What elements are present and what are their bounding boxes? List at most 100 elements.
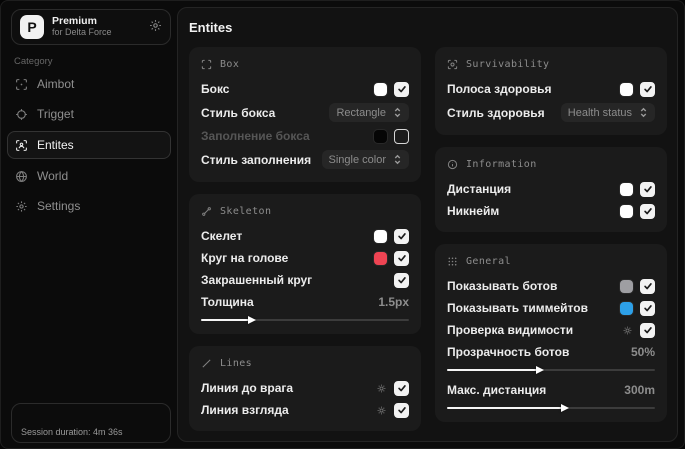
checkbox[interactable]	[640, 203, 655, 219]
checkbox[interactable]	[394, 402, 409, 418]
checkbox[interactable]	[394, 272, 409, 288]
fill-style-dropdown[interactable]: Single color	[321, 150, 409, 169]
health-style-dropdown[interactable]: Health status	[560, 103, 655, 122]
app-subtitle: for Delta Force	[52, 26, 112, 37]
color-swatch[interactable]	[620, 182, 633, 196]
slider-value: 300m	[624, 383, 655, 397]
color-swatch[interactable]	[374, 82, 387, 96]
thickness-slider[interactable]	[201, 316, 409, 324]
setting-row: Закрашенный круг	[201, 269, 409, 291]
checkbox[interactable]	[394, 228, 409, 244]
chevrons-up-down-icon	[393, 107, 402, 118]
setting-row: Стиль бокса Rectangle	[201, 100, 409, 125]
setting-row: Полоса здоровья	[447, 78, 655, 100]
checkbox[interactable]	[640, 181, 655, 197]
setting-label: Показывать тиммейтов	[447, 301, 588, 315]
setting-row: Заполнение бокса	[201, 125, 409, 147]
panel-skeleton: Skeleton Скелет Круг на голове Закрашенн…	[189, 194, 421, 334]
panel-lines: Lines Линия до врага Линия взгляда	[189, 346, 421, 431]
sidebar-item-label: Trigget	[37, 107, 74, 121]
gear-icon[interactable]	[376, 405, 387, 416]
setting-label: Круг на голове	[201, 251, 289, 265]
gear-icon[interactable]	[376, 383, 387, 394]
panel-general: General Показывать ботов Показывать тимм…	[435, 244, 667, 422]
setting-label: Дистанция	[447, 182, 512, 196]
setting-label: Полоса здоровья	[447, 82, 552, 96]
panel-title: Skeleton	[220, 205, 272, 217]
color-swatch[interactable]	[620, 279, 633, 293]
slider-thumb[interactable]	[535, 366, 544, 374]
setting-row: Показывать ботов	[447, 275, 655, 297]
setting-row: Круг на голове	[201, 247, 409, 269]
setting-label: Макс. дистанция	[447, 383, 547, 397]
slider-thumb[interactable]	[560, 404, 569, 412]
sidebar-item-settings[interactable]: Settings	[7, 193, 171, 219]
app-window: P Premium for Delta Force Category Aimbo…	[0, 0, 685, 449]
setting-label: Стиль бокса	[201, 105, 276, 120]
color-swatch[interactable]	[374, 229, 387, 243]
color-swatch[interactable]	[374, 251, 387, 265]
checkbox[interactable]	[394, 81, 409, 97]
setting-row: Дистанция	[447, 178, 655, 200]
max-distance-slider-block: Макс. дистанция 300m	[447, 381, 655, 412]
setting-label: Закрашенный круг	[201, 273, 313, 287]
color-swatch[interactable]	[620, 204, 633, 218]
chevrons-up-down-icon	[639, 107, 648, 118]
checkbox[interactable]	[640, 322, 655, 338]
bot-transparency-slider[interactable]	[447, 366, 655, 374]
main-content: Entites Box Бокс Стиль бокса Rectangle З…	[177, 7, 678, 442]
setting-row: Показывать тиммейтов	[447, 297, 655, 319]
panel-title: Information	[466, 158, 537, 170]
chevrons-up-down-icon	[393, 154, 402, 165]
setting-row: Стиль заполнения Single color	[201, 147, 409, 172]
panel-information: Information Дистанция Никнейм	[435, 147, 667, 232]
setting-row: Проверка видимости	[447, 319, 655, 341]
color-swatch[interactable]	[620, 82, 633, 96]
setting-label: Проверка видимости	[447, 323, 574, 337]
crosshair-icon	[15, 78, 28, 91]
slider-thumb[interactable]	[248, 316, 256, 324]
panel-title: Box	[220, 58, 240, 70]
session-card: Session duration: 4m 36s	[11, 403, 171, 443]
color-swatch[interactable]	[620, 301, 633, 315]
sidebar-item-entites[interactable]: Entites	[7, 131, 171, 159]
sidebar-item-label: Entites	[37, 138, 74, 152]
setting-label: Линия до врага	[201, 381, 294, 395]
slider-value: 1.5px	[378, 295, 409, 309]
checkbox[interactable]	[640, 300, 655, 316]
trigger-icon	[15, 108, 28, 121]
sidebar-item-trigget[interactable]: Trigget	[7, 101, 171, 127]
max-distance-slider[interactable]	[447, 404, 655, 412]
scan-circle-icon	[447, 59, 458, 70]
entities-icon	[15, 139, 28, 152]
checkbox[interactable]	[394, 128, 409, 144]
gear-icon[interactable]	[149, 19, 162, 35]
box-style-dropdown[interactable]: Rectangle	[329, 103, 409, 122]
info-icon	[447, 159, 458, 170]
color-swatch[interactable]	[374, 129, 387, 143]
setting-label: Бокс	[201, 82, 230, 96]
gear-icon[interactable]	[622, 325, 633, 336]
line-icon	[201, 358, 212, 369]
checkbox[interactable]	[394, 380, 409, 396]
checkbox[interactable]	[394, 250, 409, 266]
dropdown-value: Health status	[567, 106, 632, 119]
slider-value: 50%	[630, 345, 655, 359]
grid-dots-icon	[447, 256, 458, 267]
dropdown-value: Single color	[328, 153, 386, 166]
premium-card: P Premium for Delta Force	[11, 9, 171, 45]
globe-icon	[15, 170, 28, 183]
sidebar-item-world[interactable]: World	[7, 163, 171, 189]
bone-icon	[201, 206, 212, 217]
gear-icon	[15, 200, 28, 213]
checkbox[interactable]	[640, 81, 655, 97]
sidebar-item-aimbot[interactable]: Aimbot	[7, 71, 171, 97]
panel-title: General	[466, 255, 511, 267]
setting-label: Скелет	[201, 229, 243, 243]
sidebar: P Premium for Delta Force Category Aimbo…	[1, 1, 177, 448]
checkbox[interactable]	[640, 278, 655, 294]
setting-label: Прозрачность ботов	[447, 345, 570, 359]
panel-survivability: Survivability Полоса здоровья Стиль здор…	[435, 47, 667, 135]
panel-title: Survivability	[466, 58, 550, 70]
setting-label: Показывать ботов	[447, 279, 558, 293]
